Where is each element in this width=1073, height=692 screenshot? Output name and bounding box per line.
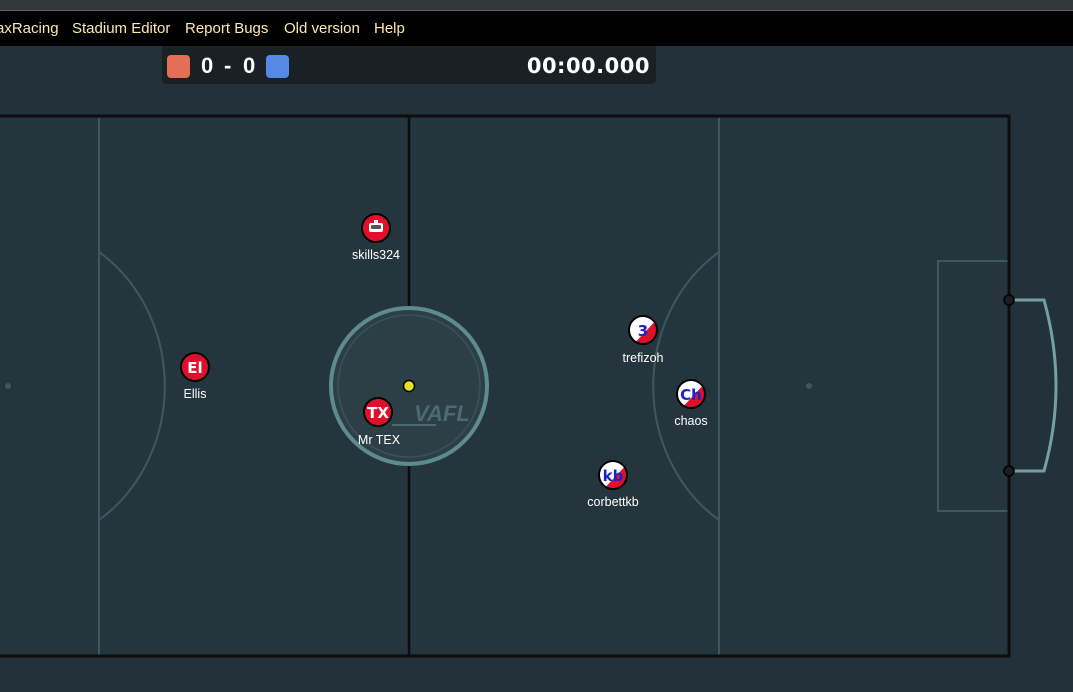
- player-name-label: trefizoh: [622, 351, 664, 365]
- player-mr-tex: TX: [363, 397, 393, 427]
- right-goal-net: [1009, 298, 1058, 473]
- player-name-label: Mr TEX: [357, 433, 401, 447]
- ball: [402, 379, 416, 393]
- player-skills324: [361, 213, 391, 243]
- goal-post-top: [1003, 294, 1015, 306]
- avatar-text: 3: [638, 322, 648, 340]
- player-name-label: corbettkb: [587, 495, 639, 509]
- avatar-text: El: [187, 359, 202, 377]
- pitch: [0, 116, 1009, 656]
- player-name-label: chaos: [674, 414, 708, 428]
- right-spot: [806, 383, 812, 389]
- player-name-label: Ellis: [183, 387, 207, 401]
- avatar-text: kb: [603, 467, 624, 485]
- goal-post-bottom: [1003, 465, 1015, 477]
- left-spot: [5, 383, 11, 389]
- avatar-text: Ch: [680, 386, 702, 404]
- game-field: VAFL El TX 3 Ch kb: [0, 114, 1058, 658]
- player-ellis: El: [180, 352, 210, 382]
- watermark-logo: VAFL: [414, 401, 470, 426]
- avatar-text: TX: [367, 404, 389, 422]
- player-name-label: skills324: [352, 248, 400, 262]
